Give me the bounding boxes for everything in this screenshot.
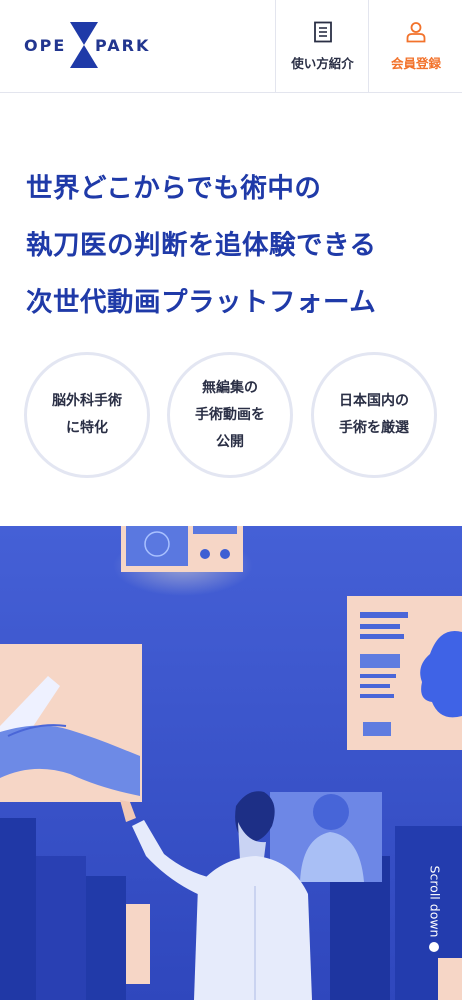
feature-list: 脳外科手術 に特化 無編集の 手術動画を 公開 日本国内の 手術を厳選	[24, 352, 444, 478]
feature-circle-curated: 日本国内の 手術を厳選	[311, 352, 437, 478]
nav-guide-button[interactable]: 使い方紹介	[275, 0, 369, 92]
nav-guide-label: 使い方紹介	[291, 55, 354, 71]
feature-circle-neurosurgery: 脳外科手術 に特化	[24, 352, 150, 478]
site-header: OPE PARK 使い方紹介 会員登録	[0, 0, 462, 93]
hero-illustration	[0, 526, 462, 1000]
feature-text: 日本国内の 手術を厳選	[339, 393, 409, 436]
headline-line-1: 世界どこからでも術中の	[26, 173, 322, 204]
hero-headline: 世界どこからでも術中の 執刀医の判断を追体験できる 次世代動画プラットフォーム	[26, 160, 446, 331]
surgeon-illustration	[0, 526, 462, 1000]
nav-register-label: 会員登録	[390, 55, 441, 71]
feature-text: 脳外科手術 に特化	[52, 393, 122, 436]
logo-text-right: PARK	[95, 36, 151, 55]
feature-circle-unedited: 無編集の 手術動画を 公開	[167, 352, 293, 478]
logo-text-left: OPE	[24, 36, 67, 55]
scroll-dot-icon	[429, 942, 439, 952]
scroll-down-label: Scroll down	[427, 865, 443, 938]
user-icon	[406, 21, 426, 42]
scroll-down-indicator[interactable]: Scroll down	[424, 862, 444, 954]
headline-line-3: 次世代動画プラットフォーム	[26, 287, 377, 318]
headline-line-2: 執刀医の判断を追体験できる	[26, 230, 377, 261]
nav-register-button[interactable]: 会員登録	[368, 0, 462, 92]
document-icon	[313, 21, 332, 42]
feature-text: 無編集の 手術動画を 公開	[195, 379, 265, 450]
logo-x-mark-icon	[70, 22, 98, 68]
ope-park-logo[interactable]: OPE PARK	[24, 22, 150, 68]
